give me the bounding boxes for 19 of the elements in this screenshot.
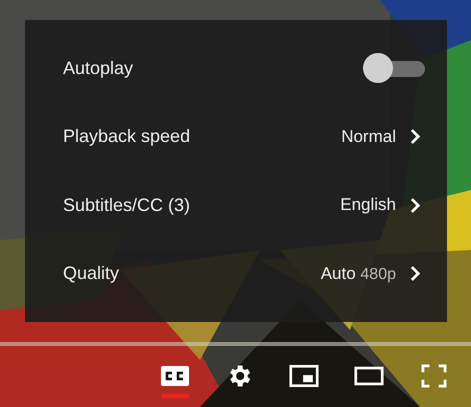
chevron-right-icon xyxy=(410,265,421,282)
menu-item[interactable]: Subtitles/CC (3) English xyxy=(25,175,447,236)
menu-item[interactable]: Quality Auto 480p xyxy=(25,244,447,304)
autoplay-toggle[interactable] xyxy=(363,53,427,84)
fullscreen-icon[interactable] xyxy=(419,364,449,388)
menu-label: Autoplay xyxy=(63,58,134,79)
chevron-right-icon xyxy=(410,196,421,214)
menu-item[interactable]: Autoplay xyxy=(25,38,447,98)
menu-value: Auto 480p xyxy=(320,264,396,284)
menu-label: Subtitles/CC (3) xyxy=(63,194,192,216)
miniplayer-icon[interactable] xyxy=(288,364,318,388)
menu-value: Normal xyxy=(341,126,396,147)
menu-label: Quality xyxy=(63,263,120,284)
theater-mode-icon[interactable] xyxy=(354,364,384,388)
chevron-right-icon xyxy=(410,128,421,146)
menu-item[interactable]: Playback speed Normal xyxy=(25,106,447,167)
menu-label: Playback speed xyxy=(63,126,192,148)
captions-icon[interactable] xyxy=(160,364,190,388)
menu-value: English xyxy=(340,195,396,216)
